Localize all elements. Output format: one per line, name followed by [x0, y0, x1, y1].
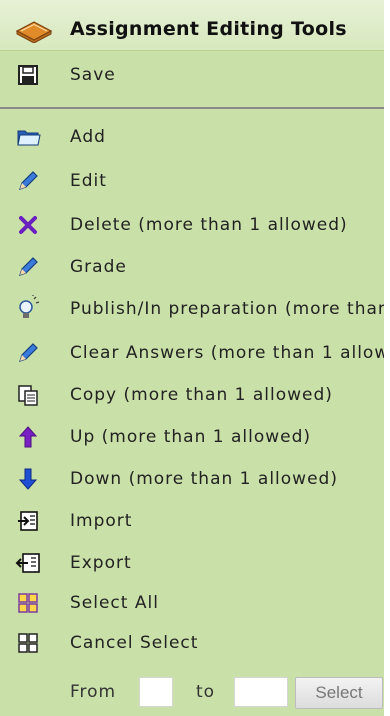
floppy-disk-icon: [18, 65, 38, 85]
from-label: From: [70, 682, 117, 702]
menu-item-delete[interactable]: Delete (more than 1 allowed): [0, 206, 384, 244]
menu-item-up[interactable]: Up (more than 1 allowed): [0, 418, 384, 456]
menu-item-add[interactable]: Add: [0, 118, 384, 156]
menu-item-publish[interactable]: Publish/In preparation (more than 1 allo…: [0, 290, 384, 328]
menu-label-grade: Grade: [70, 257, 127, 277]
menu-label-select-all: Select All: [70, 593, 159, 613]
menu-label-add: Add: [70, 127, 106, 147]
menu-item-grade[interactable]: Grade: [0, 248, 384, 286]
cancel-select-icon: [18, 633, 38, 653]
lightbulb-icon: [19, 295, 40, 318]
range-select-row: From to Select: [0, 670, 384, 716]
panel-header: Assignment Editing Tools: [0, 0, 384, 51]
to-label: to: [196, 682, 216, 702]
menu-label-delete: Delete (more than 1 allowed): [70, 215, 348, 235]
save-label: Save: [70, 65, 116, 85]
select-all-icon: [18, 593, 38, 613]
arrow-up-icon: [18, 426, 38, 448]
menu-label-cancel-select: Cancel Select: [70, 633, 199, 653]
import-icon: [18, 511, 38, 531]
menu-item-cancel-select[interactable]: Cancel Select: [0, 624, 384, 662]
from-input[interactable]: [139, 677, 173, 707]
menu-item-import[interactable]: Import: [0, 502, 384, 540]
menu-label-import: Import: [70, 511, 133, 531]
menu-item-edit[interactable]: Edit: [0, 162, 384, 200]
menu-label-up: Up (more than 1 allowed): [70, 427, 312, 447]
menu-item-down[interactable]: Down (more than 1 allowed): [0, 460, 384, 498]
pencil-icon: [19, 171, 38, 190]
menu-label-clear-answers: Clear Answers (more than 1 allowed): [70, 343, 387, 363]
copy-icon: [18, 385, 38, 406]
pencil-icon: [19, 343, 38, 362]
export-icon: [15, 553, 40, 573]
arrow-down-icon: [18, 468, 38, 490]
pencil-icon: [19, 257, 38, 276]
book-icon: [15, 21, 53, 43]
menu-item-select-all[interactable]: Select All: [0, 584, 384, 622]
delete-x-icon: [19, 216, 37, 234]
menu-item-export[interactable]: Export: [0, 544, 384, 582]
menu-label-export: Export: [70, 553, 132, 573]
folder-icon: [17, 130, 41, 146]
save-button[interactable]: Save: [0, 56, 384, 94]
range-select-button[interactable]: Select: [295, 677, 383, 709]
panel-title: Assignment Editing Tools: [70, 18, 347, 40]
menu-item-copy[interactable]: Copy (more than 1 allowed): [0, 376, 384, 414]
menu-label-publish: Publish/In preparation (more than 1 allo…: [70, 299, 387, 319]
to-input[interactable]: [234, 677, 288, 707]
menu-label-copy: Copy (more than 1 allowed): [70, 385, 333, 405]
editing-tools-panel: Assignment Editing Tools Save Add Edit D…: [0, 0, 387, 716]
menu-divider: [0, 107, 384, 109]
menu-label-down: Down (more than 1 allowed): [70, 469, 338, 489]
menu-item-clear-answers[interactable]: Clear Answers (more than 1 allowed): [0, 334, 384, 372]
menu-label-edit: Edit: [70, 171, 107, 191]
